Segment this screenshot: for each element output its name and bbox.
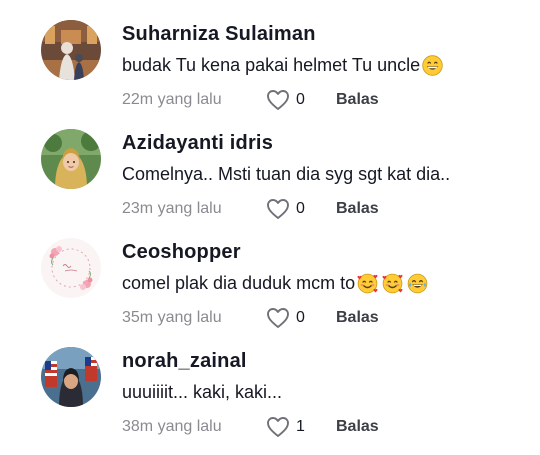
comment-text: Comelnya.. Msti tuan dia syg sgt kat dia…	[122, 164, 450, 185]
comment-text-body: budak Tu kena pakai helmet Tu uncle	[122, 55, 421, 75]
comment-text: uuuiiiit... kaki, kaki...	[122, 382, 282, 403]
comment-text: comel plak dia duduk mcm to	[122, 273, 432, 294]
comment-username[interactable]: Suharniza Sulaiman	[122, 23, 316, 46]
comment-timestamp: 38m yang lalu	[122, 418, 222, 435]
avatar[interactable]	[41, 129, 101, 189]
smiling-face-with-hearts-emoji-icon	[382, 273, 403, 294]
heart-outline-icon[interactable]	[266, 307, 290, 329]
reply-button[interactable]: Balas	[336, 200, 379, 218]
comment-text: budak Tu kena pakai helmet Tu uncle	[122, 55, 447, 76]
heart-outline-icon[interactable]	[266, 416, 290, 438]
emoji-group	[356, 273, 432, 294]
reply-button[interactable]: Balas	[336, 91, 379, 109]
heart-outline-icon[interactable]	[266, 89, 290, 111]
comment-item: Suharniza Sulaiman budak Tu kena pakai h…	[0, 20, 540, 128]
comment-meta: 38m yang lalu 1 Balas	[122, 415, 522, 439]
comment-text-body: uuuiiiit... kaki, kaki...	[122, 382, 283, 402]
like-count: 1	[296, 418, 305, 435]
grinning-face-emoji-icon	[422, 55, 443, 76]
comment-meta: 35m yang lalu 0 Balas	[122, 306, 522, 330]
like-button[interactable]: 0	[266, 197, 305, 221]
comment-username[interactable]: Ceoshopper	[122, 241, 241, 264]
like-count: 0	[296, 91, 305, 108]
reply-button[interactable]: Balas	[336, 309, 379, 327]
comment-list: Suharniza Sulaiman budak Tu kena pakai h…	[0, 0, 540, 445]
reply-button[interactable]: Balas	[336, 418, 379, 436]
comment-timestamp: 35m yang lalu	[122, 309, 222, 326]
like-button[interactable]: 0	[266, 88, 305, 112]
smiling-face-with-hearts-emoji-icon	[357, 273, 378, 294]
heart-outline-icon[interactable]	[266, 198, 290, 220]
comment-item: Ceoshopper comel plak dia duduk mcm to 3…	[0, 238, 540, 346]
emoji-group	[421, 55, 447, 76]
comment-meta: 22m yang lalu 0 Balas	[122, 88, 522, 112]
comment-text-body: comel plak dia duduk mcm to	[122, 273, 356, 293]
like-count: 0	[296, 200, 305, 217]
like-button[interactable]: 1	[266, 415, 305, 439]
comment-item: Azidayanti idris Comelnya.. Msti tuan di…	[0, 129, 540, 237]
comment-text-body: Comelnya.. Msti tuan dia syg sgt kat dia…	[122, 164, 451, 184]
like-count: 0	[296, 309, 305, 326]
comment-timestamp: 22m yang lalu	[122, 91, 222, 108]
like-button[interactable]: 0	[266, 306, 305, 330]
avatar[interactable]	[41, 347, 101, 407]
avatar[interactable]	[41, 20, 101, 80]
face-with-tears-of-joy-emoji-icon	[407, 273, 428, 294]
comment-username[interactable]: Azidayanti idris	[122, 132, 273, 155]
comment-meta: 23m yang lalu 0 Balas	[122, 197, 522, 221]
comment-timestamp: 23m yang lalu	[122, 200, 222, 217]
comment-username[interactable]: norah_zainal	[122, 350, 247, 373]
avatar[interactable]	[41, 238, 101, 298]
comment-item: norah_zainal uuuiiiit... kaki, kaki... 3…	[0, 347, 540, 455]
